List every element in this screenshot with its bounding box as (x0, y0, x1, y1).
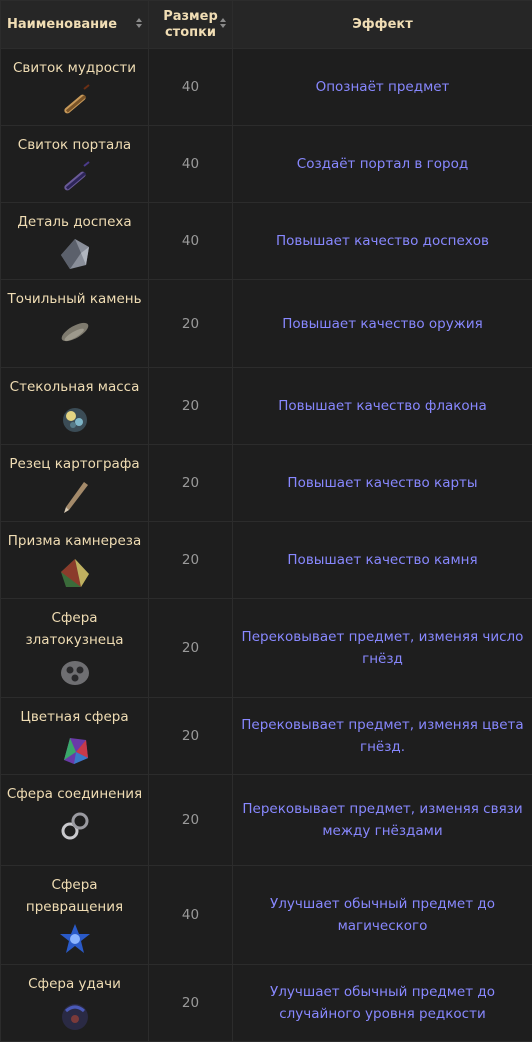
stack-size: 20 (149, 599, 233, 698)
stack-size: 20 (149, 368, 233, 445)
item-name-cell: Сфера соединения (1, 775, 149, 866)
header-row: Наименование Размер стопки Эффект (1, 1, 532, 49)
table-row: Свиток портала40Создаёт портал в город (1, 126, 532, 203)
table-row: Цветная сфера20Перековывает предмет, изм… (1, 698, 532, 775)
table-row: Сфера соединения20Перековывает предмет, … (1, 775, 532, 866)
item-name[interactable]: Сфера превращения (1, 874, 148, 918)
stack-size: 40 (149, 866, 233, 965)
item-effect: Перековывает предмет, изменяя число гнёз… (233, 599, 532, 698)
stack-size: 40 (149, 126, 233, 203)
sort-icon[interactable] (220, 18, 226, 28)
item-effect: Улучшает обычный предмет до магического (233, 866, 532, 965)
column-header-effect-label: Эффект (352, 17, 413, 32)
item-effect: Повышает качество флакона (233, 368, 532, 445)
stack-size: 20 (149, 965, 233, 1042)
item-effect: Повышает качество карты (233, 445, 532, 522)
item-name-cell: Свиток портала (1, 126, 149, 203)
item-name[interactable]: Резец картографа (1, 453, 148, 475)
item-name-cell: Свиток мудрости (1, 49, 149, 126)
item-name[interactable]: Свиток мудрости (1, 57, 148, 79)
column-header-stack[interactable]: Размер стопки (149, 1, 233, 49)
glassblower-bauble-icon (56, 400, 94, 438)
orb-of-fusing-icon (56, 807, 94, 845)
item-name-cell: Точильный камень (1, 280, 149, 368)
table-row: Стекольная масса20Повышает качество флак… (1, 368, 532, 445)
item-name[interactable]: Сфера соединения (1, 783, 148, 805)
table-row: Резец картографа20Повышает качество карт… (1, 445, 532, 522)
item-name[interactable]: Цветная сфера (1, 706, 148, 728)
orb-of-transmutation-icon (56, 920, 94, 958)
item-name-cell: Деталь доспеха (1, 203, 149, 280)
portal-scroll-icon (56, 158, 94, 196)
item-name[interactable]: Призма камнереза (1, 530, 148, 552)
table-row: Свиток мудрости40Опознаёт предмет (1, 49, 532, 126)
item-effect: Опознаёт предмет (233, 49, 532, 126)
table-row: Сфера удачи20Улучшает обычный предмет до… (1, 965, 532, 1042)
sort-icon[interactable] (136, 18, 142, 28)
item-name-cell: Сфера удачи (1, 965, 149, 1042)
item-effect: Перековывает предмет, изменяя цвета гнёз… (233, 698, 532, 775)
cartographer-chisel-icon (56, 477, 94, 515)
jeweller-orb-icon (56, 653, 94, 691)
item-name-cell: Сфера превращения (1, 866, 149, 965)
table-row: Точильный камень20Повышает качество оруж… (1, 280, 532, 368)
item-name-cell: Резец картографа (1, 445, 149, 522)
stack-size: 20 (149, 698, 233, 775)
stack-size: 40 (149, 49, 233, 126)
item-name[interactable]: Точильный камень (1, 288, 148, 310)
item-effect: Улучшает обычный предмет до случайного у… (233, 965, 532, 1042)
table-row: Деталь доспеха40Повышает качество доспех… (1, 203, 532, 280)
chromatic-orb-icon (56, 730, 94, 768)
item-effect: Повышает качество камня (233, 522, 532, 599)
item-name[interactable]: Сфера удачи (1, 973, 148, 995)
orb-of-chance-icon (56, 997, 94, 1035)
table-row: Призма камнереза20Повышает качество камн… (1, 522, 532, 599)
column-header-effect: Эффект (233, 1, 532, 49)
item-effect: Перековывает предмет, изменяя связи межд… (233, 775, 532, 866)
currency-table: Наименование Размер стопки Эффект Свиток… (0, 0, 532, 1042)
item-name-cell: Цветная сфера (1, 698, 149, 775)
item-name[interactable]: Деталь доспеха (1, 211, 148, 233)
table-row: Сфера превращения40Улучшает обычный пред… (1, 866, 532, 965)
scroll-of-wisdom-icon (56, 81, 94, 119)
item-name-cell: Призма камнереза (1, 522, 149, 599)
item-name-cell: Стекольная масса (1, 368, 149, 445)
stack-size: 40 (149, 203, 233, 280)
stack-size: 20 (149, 280, 233, 368)
item-effect: Повышает качество оружия (233, 280, 532, 368)
item-name-cell: Сфера златокузнеца (1, 599, 149, 698)
item-name[interactable]: Свиток портала (1, 134, 148, 156)
item-name[interactable]: Стекольная масса (1, 376, 148, 398)
column-header-name[interactable]: Наименование (1, 1, 149, 49)
column-header-stack-label: Размер стопки (159, 9, 223, 41)
table-row: Сфера златокузнеца20Перековывает предмет… (1, 599, 532, 698)
whetstone-icon (56, 312, 94, 350)
item-effect: Повышает качество доспехов (233, 203, 532, 280)
stack-size: 20 (149, 445, 233, 522)
stack-size: 20 (149, 775, 233, 866)
item-effect: Создаёт портал в город (233, 126, 532, 203)
stack-size: 20 (149, 522, 233, 599)
item-name[interactable]: Сфера златокузнеца (1, 607, 148, 651)
gemcutter-prism-icon (56, 554, 94, 592)
armourer-scrap-icon (56, 235, 94, 273)
column-header-name-label: Наименование (7, 17, 117, 32)
